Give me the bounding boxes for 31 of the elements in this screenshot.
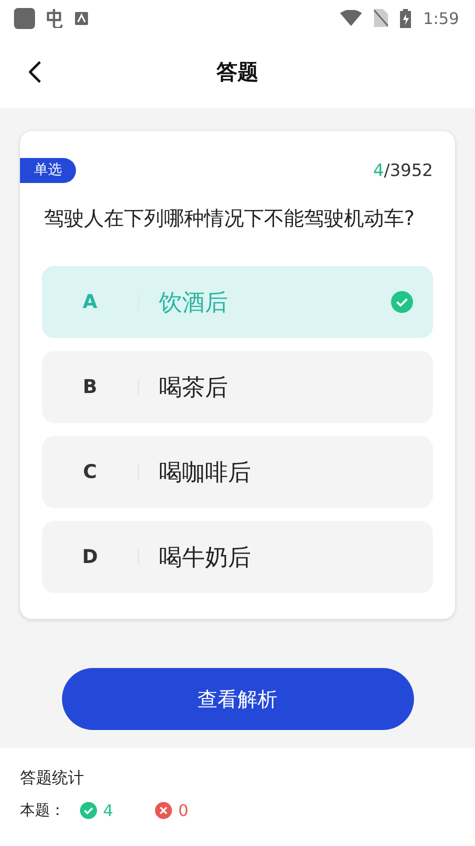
check-icon bbox=[80, 802, 97, 819]
wrong-count: 0 bbox=[178, 801, 188, 820]
option-letter: D bbox=[81, 546, 99, 568]
notification-icon bbox=[75, 12, 88, 24]
total-question-count: /3952 bbox=[384, 160, 433, 180]
question-type-tag: 单选 bbox=[20, 158, 76, 183]
question-text: 驾驶人在下列哪种情况下不能驾驶机动车? bbox=[44, 205, 416, 232]
back-icon bbox=[29, 61, 41, 83]
option-text: 喝牛奶后 bbox=[159, 544, 252, 572]
answer-option[interactable]: D 喝牛奶后 bbox=[42, 521, 433, 593]
stats-title: 答题统计 bbox=[20, 768, 85, 789]
wifi-icon bbox=[340, 10, 362, 26]
answer-option[interactable]: B 喝茶后 bbox=[42, 351, 433, 423]
option-text: 喝茶后 bbox=[159, 374, 229, 402]
option-text: 喝咖啡后 bbox=[159, 458, 252, 488]
correct-count: 4 bbox=[103, 801, 114, 820]
page-title: 答题 bbox=[216, 59, 258, 86]
option-letter: C bbox=[82, 461, 98, 483]
option-text: 饮酒后 bbox=[159, 288, 229, 318]
option-letter: B bbox=[82, 376, 98, 398]
battery-icon bbox=[400, 8, 412, 28]
close-icon bbox=[155, 802, 172, 819]
answer-option[interactable]: C 喝咖啡后 bbox=[42, 436, 433, 508]
app-square-icon bbox=[14, 8, 35, 28]
check-icon bbox=[391, 291, 413, 313]
view-analysis-button[interactable]: 查看解析 bbox=[62, 668, 414, 730]
current-question-number: 4 bbox=[373, 160, 384, 180]
no-sim-icon bbox=[374, 9, 388, 27]
status-time: 1:59 bbox=[423, 8, 459, 28]
option-letter: A bbox=[82, 291, 98, 313]
stats-label: 本题： bbox=[20, 801, 66, 820]
